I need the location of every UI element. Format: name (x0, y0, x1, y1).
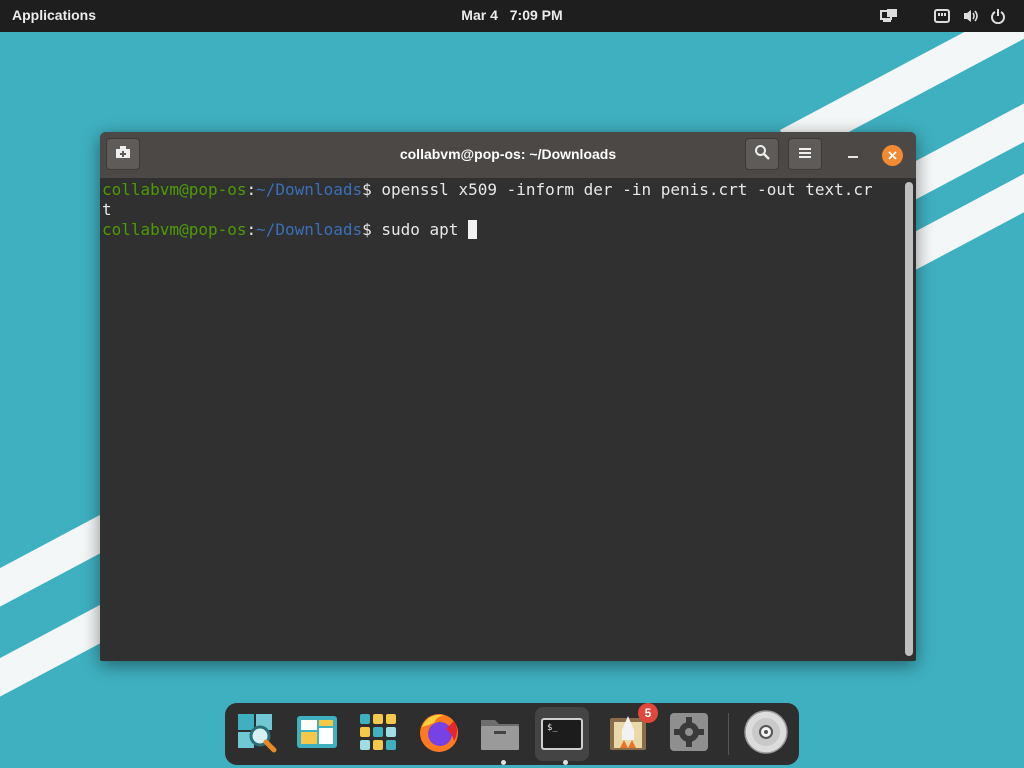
text-cursor (468, 220, 478, 239)
disc-icon (743, 709, 789, 760)
files-icon (478, 710, 522, 759)
terminal-output[interactable]: collabvm@pop-os:~/Downloads$ openssl x50… (102, 180, 900, 658)
dock: $_ (225, 703, 799, 765)
command-wrap-text: t (102, 200, 112, 219)
dock-item-settings[interactable] (662, 707, 716, 761)
running-indicator (501, 760, 506, 765)
minimize-button[interactable] (848, 156, 858, 158)
terminal-window: collabvm@pop-os: ~/Downloads collabvm@po… (100, 132, 916, 661)
time-label: 7:09 PM (509, 7, 563, 23)
dock-item-files[interactable] (473, 707, 527, 761)
terminal-icon: $_ (541, 718, 583, 750)
display-icon[interactable] (880, 6, 898, 26)
search-icon (234, 710, 278, 759)
workspaces-icon (295, 710, 339, 759)
close-button[interactable] (882, 145, 903, 166)
power-icon[interactable] (990, 6, 1006, 26)
search-button[interactable] (745, 138, 779, 170)
dock-separator (728, 713, 729, 755)
terminal-icon-text: $_ (547, 723, 558, 733)
menu-button[interactable] (788, 138, 822, 170)
search-icon (754, 144, 770, 165)
dock-item-applications[interactable] (351, 707, 405, 761)
prompt-path: ~/Downloads (256, 180, 363, 199)
title-bar[interactable]: collabvm@pop-os: ~/Downloads (100, 132, 916, 178)
clock[interactable]: Mar 4 7:09 PM (0, 7, 1024, 23)
command-text: sudo apt (381, 220, 469, 239)
top-bar: Applications Mar 4 7:09 PM (0, 0, 1024, 32)
dock-item-disc[interactable] (739, 707, 793, 761)
running-indicator (563, 760, 568, 765)
app-grid-icon (356, 710, 400, 759)
firefox-icon (416, 709, 462, 760)
dock-item-search[interactable] (229, 707, 283, 761)
terminal-line: collabvm@pop-os:~/Downloads$ sudo apt (102, 220, 900, 240)
terminal-line: collabvm@pop-os:~/Downloads$ openssl x50… (102, 180, 900, 200)
notification-badge: 5 (638, 703, 658, 723)
prompt-separator: : (246, 180, 257, 199)
scrollbar[interactable] (902, 180, 914, 659)
prompt-path: ~/Downloads (256, 220, 363, 239)
prompt-symbol: $ (362, 220, 382, 239)
prompt-user: collabvm@pop-os (102, 220, 247, 239)
date-label: Mar 4 (461, 7, 498, 23)
volume-icon[interactable] (962, 6, 980, 26)
dock-item-terminal[interactable]: $_ (535, 707, 589, 761)
dock-item-workspaces[interactable] (290, 707, 344, 761)
scrollbar-thumb[interactable] (905, 182, 913, 656)
prompt-separator: : (246, 220, 257, 239)
network-icon[interactable] (934, 6, 950, 26)
settings-icon (667, 710, 711, 759)
prompt-user: collabvm@pop-os (102, 180, 247, 199)
terminal-line: t (102, 200, 900, 220)
dock-item-firefox[interactable] (412, 707, 466, 761)
command-text: openssl x509 -inform der -in penis.crt -… (381, 180, 873, 199)
prompt-symbol: $ (362, 180, 382, 199)
hamburger-menu-icon (799, 145, 811, 163)
close-icon (888, 147, 897, 165)
